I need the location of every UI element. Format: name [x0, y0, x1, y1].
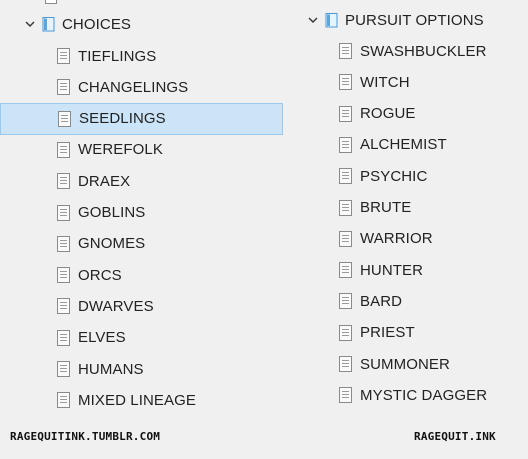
tree-item-label: GNOMES [78, 235, 146, 253]
tree-item-label: HUMANS [78, 360, 144, 378]
tree-item-label: TIEFLINGS [78, 47, 157, 65]
tree-item-label: ORCS [78, 266, 122, 284]
tree-item[interactable]: SWASHBUCKLER [339, 38, 487, 64]
tree-item[interactable]: ROGUE [339, 101, 416, 127]
tree-item[interactable]: SEEDLINGS [0, 102, 283, 135]
tree-item-label: BARD [360, 292, 403, 310]
document-icon [339, 105, 352, 122]
tree-item-label: CHANGELINGS [78, 78, 189, 96]
document-folder-icon [325, 13, 338, 28]
footer-credit-right: RAGEQUIT.INK [414, 430, 496, 443]
chevron-down-icon[interactable] [24, 18, 36, 30]
tree-item-label: SWASHBUCKLER [360, 42, 487, 60]
tree-item-label: PRIEST [360, 324, 415, 342]
tree-item[interactable]: CHANGELINGS [57, 74, 188, 100]
tree-item[interactable]: GNOMES [57, 231, 145, 257]
document-icon [339, 324, 352, 341]
document-icon [57, 173, 70, 190]
document-icon [57, 48, 70, 64]
document-icon [57, 392, 70, 409]
tree-item-label: WEREFOLK [78, 141, 163, 159]
tree-item-label: HUNTER [360, 261, 424, 279]
tree-item-label: WARRIOR [360, 230, 433, 248]
document-icon [339, 230, 352, 247]
document-folder-icon [42, 17, 55, 32]
tree-item-label: GOBLINS [78, 204, 146, 221]
document-icon [339, 199, 352, 216]
tree-item[interactable]: WITCH [339, 69, 410, 95]
document-icon [57, 298, 70, 315]
tree-item[interactable]: ALCHEMIST [339, 132, 447, 158]
tree-item-label: SEEDLINGS [79, 110, 166, 128]
tree-item-label: DRAEX [78, 172, 131, 190]
tree-item-label: DWARVES [78, 297, 154, 315]
chevron-down-icon[interactable] [307, 14, 319, 26]
tree-item-label: WITCH [360, 73, 410, 91]
tree-item-label: ELVES [78, 329, 126, 347]
tree-item[interactable]: DRAEX [57, 168, 130, 194]
document-icon [57, 267, 70, 284]
document-icon [57, 329, 70, 346]
tree-item-label: MIXED LINEAGE [78, 391, 196, 409]
tree-folder-label: CHOICES [62, 15, 132, 33]
tree-item[interactable]: GOBLINS [57, 200, 145, 226]
document-icon [57, 79, 70, 96]
document-icon [45, 0, 57, 4]
document-icon [339, 356, 352, 372]
tree-item[interactable]: PSYCHIC [339, 163, 427, 189]
document-icon [58, 110, 71, 127]
tree-item-label: BRUTE [360, 199, 412, 216]
document-icon [57, 235, 70, 252]
tree-item[interactable]: DWARVES [57, 293, 154, 319]
tree-item-label: SUMMONER [360, 355, 450, 373]
tree-item[interactable]: WARRIOR [339, 226, 433, 252]
tree-item-label: PSYCHIC [360, 167, 428, 185]
tree-item[interactable]: MIXED LINEAGE [57, 387, 196, 413]
tree-item[interactable]: ELVES [57, 325, 126, 351]
document-icon [57, 361, 70, 377]
tree-item[interactable]: BARD [339, 288, 402, 314]
document-icon [339, 387, 352, 404]
tree-item[interactable]: MYSTIC DAGGER [339, 382, 487, 408]
document-icon [57, 141, 70, 158]
tree-item-label: ROGUE [360, 105, 416, 123]
document-icon [339, 136, 352, 153]
document-icon [339, 168, 352, 185]
footer-credit-left: RAGEQUITINK.TUMBLR.COM [10, 430, 161, 443]
tree-folder-label: PURSUIT OPTIONS [345, 11, 484, 29]
tree-item[interactable]: TIEFLINGS [57, 43, 156, 69]
tree-item[interactable]: WEREFOLK [57, 137, 163, 163]
tree-folder-choices[interactable]: CHOICES [24, 11, 131, 37]
document-icon [339, 43, 352, 59]
tree-item-label: ALCHEMIST [360, 136, 447, 154]
tree-item[interactable]: BRUTE [339, 195, 411, 221]
tree-item[interactable]: HUMANS [57, 356, 144, 382]
tree-item[interactable]: PRIEST [339, 320, 415, 346]
tree-item[interactable]: ORCS [57, 262, 122, 288]
document-icon [339, 74, 352, 91]
tree-item[interactable]: HUNTER [339, 257, 423, 283]
document-icon [57, 204, 70, 221]
document-icon [339, 262, 352, 279]
tree-item[interactable]: SUMMONER [339, 351, 450, 377]
tree-folder-pursuit-options[interactable]: PURSUIT OPTIONS [307, 7, 484, 33]
tree-item-label: MYSTIC DAGGER [360, 386, 488, 404]
document-icon [339, 293, 352, 310]
